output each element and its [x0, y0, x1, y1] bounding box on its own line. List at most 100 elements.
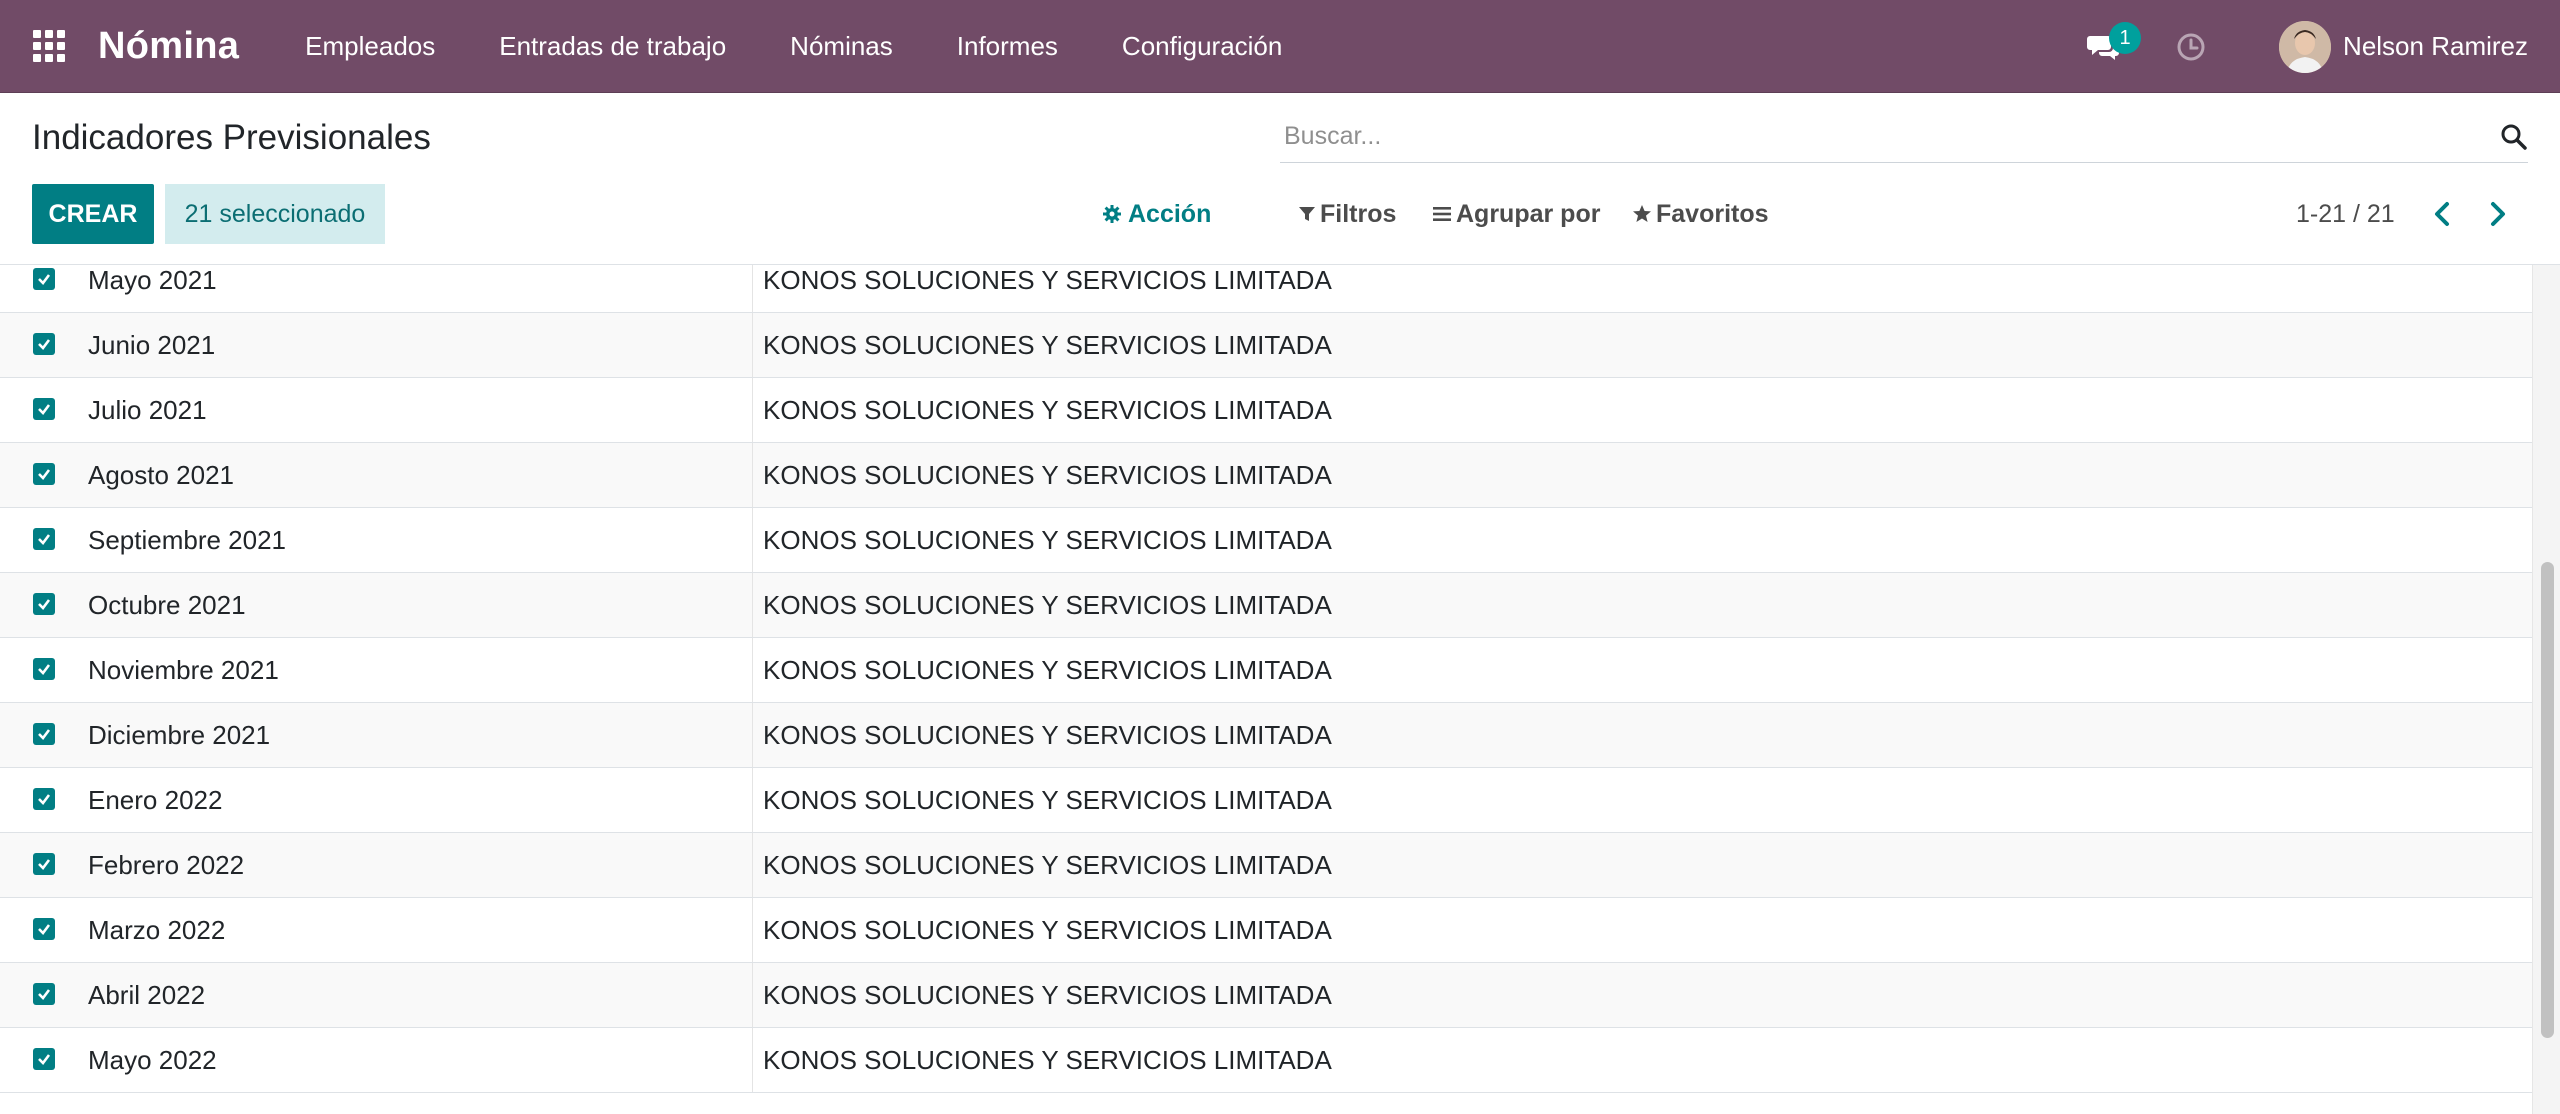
check-icon	[38, 599, 51, 610]
row-checkbox[interactable]	[33, 593, 55, 615]
search-input[interactable]	[1280, 113, 2468, 159]
table-row[interactable]: Mayo 2022 KONOS SOLUCIONES Y SERVICIOS L…	[0, 1028, 2532, 1093]
check-icon	[38, 794, 51, 805]
messaging-button[interactable]: 1	[2079, 0, 2142, 93]
row-name: Diciembre 2021	[88, 720, 271, 750]
table-row[interactable]: Octubre 2021 KONOS SOLUCIONES Y SERVICIO…	[0, 573, 2532, 638]
row-checkbox[interactable]	[33, 918, 55, 940]
check-icon	[38, 469, 51, 480]
menu-item-empleados[interactable]: Empleados	[273, 0, 467, 93]
row-name: Agosto 2021	[88, 460, 235, 490]
row-checkbox[interactable]	[33, 398, 55, 420]
navbar-systray: 1 Nelson Ramirez	[2079, 0, 2560, 93]
row-name: Mayo 2021	[88, 265, 217, 295]
search-bar	[1280, 113, 2528, 163]
star-icon	[1633, 205, 1651, 222]
search-icon[interactable]	[2500, 123, 2528, 151]
table-row[interactable]: Agosto 2021 KONOS SOLUCIONES Y SERVICIOS…	[0, 443, 2532, 508]
row-checkbox[interactable]	[33, 528, 55, 550]
row-company: KONOS SOLUCIONES Y SERVICIOS LIMITADA	[763, 1045, 1332, 1075]
scrollbar-thumb[interactable]	[2541, 562, 2554, 1038]
table-row[interactable]: Noviembre 2021 KONOS SOLUCIONES Y SERVIC…	[0, 638, 2532, 703]
table-row[interactable]: Diciembre 2021 KONOS SOLUCIONES Y SERVIC…	[0, 703, 2532, 768]
control-panel: Indicadores Previsionales CREAR 21 selec…	[0, 93, 2560, 265]
favorites-dropdown-button[interactable]: Favoritos	[1632, 184, 1769, 244]
row-checkbox[interactable]	[33, 463, 55, 485]
record-list: Mayo 2021 KONOS SOLUCIONES Y SERVICIOS L…	[0, 265, 2532, 1114]
menu-item-entradas-de-trabajo[interactable]: Entradas de trabajo	[467, 0, 758, 93]
menu-item-configuracion[interactable]: Configuración	[1090, 0, 1314, 93]
user-menu-button[interactable]: Nelson Ramirez	[2279, 20, 2528, 73]
row-name: Mayo 2022	[88, 1045, 217, 1075]
row-company: KONOS SOLUCIONES Y SERVICIOS LIMITADA	[763, 590, 1332, 620]
filters-dropdown-button[interactable]: Filtros	[1298, 184, 1396, 244]
row-checkbox[interactable]	[33, 658, 55, 680]
create-button[interactable]: CREAR	[32, 184, 154, 244]
row-checkbox[interactable]	[33, 268, 55, 290]
row-name: Septiembre 2021	[88, 525, 287, 555]
bars-icon	[1433, 207, 1451, 221]
check-icon	[38, 274, 51, 285]
row-checkbox[interactable]	[33, 723, 55, 745]
app-brand[interactable]: Nómina	[98, 25, 239, 68]
page-title: Indicadores Previsionales	[32, 118, 431, 157]
check-icon	[38, 664, 51, 675]
favorites-label: Favoritos	[1656, 200, 1769, 228]
table-row[interactable]: Mayo 2021 KONOS SOLUCIONES Y SERVICIOS L…	[0, 265, 2532, 313]
table-row[interactable]: Abril 2022 KONOS SOLUCIONES Y SERVICIOS …	[0, 963, 2532, 1028]
table-row[interactable]: Junio 2021 KONOS SOLUCIONES Y SERVICIOS …	[0, 313, 2532, 378]
row-checkbox[interactable]	[33, 853, 55, 875]
row-name: Marzo 2022	[88, 915, 226, 945]
scrollbar[interactable]	[2532, 265, 2560, 1114]
row-company: KONOS SOLUCIONES Y SERVICIOS LIMITADA	[763, 525, 1332, 555]
row-company: KONOS SOLUCIONES Y SERVICIOS LIMITADA	[763, 265, 1332, 295]
table-row[interactable]: Septiembre 2021 KONOS SOLUCIONES Y SERVI…	[0, 508, 2532, 573]
row-checkbox[interactable]	[33, 333, 55, 355]
avatar	[2279, 20, 2332, 73]
action-dropdown-button[interactable]: Acción	[1102, 184, 1211, 244]
row-checkbox[interactable]	[33, 1048, 55, 1070]
chevron-right-icon[interactable]	[2482, 199, 2512, 229]
row-company: KONOS SOLUCIONES Y SERVICIOS LIMITADA	[763, 330, 1332, 360]
table-row[interactable]: Enero 2022 KONOS SOLUCIONES Y SERVICIOS …	[0, 768, 2532, 833]
row-name: Abril 2022	[88, 980, 206, 1010]
check-icon	[38, 859, 51, 870]
check-icon	[38, 339, 51, 350]
check-icon	[38, 924, 51, 935]
row-name: Noviembre 2021	[88, 655, 279, 685]
check-icon	[38, 404, 51, 415]
row-name: Julio 2021	[88, 395, 207, 425]
table-row[interactable]: Julio 2021 KONOS SOLUCIONES Y SERVICIOS …	[0, 378, 2532, 443]
table-row[interactable]: Marzo 2022 KONOS SOLUCIONES Y SERVICIOS …	[0, 898, 2532, 963]
row-checkbox[interactable]	[33, 788, 55, 810]
row-company: KONOS SOLUCIONES Y SERVICIOS LIMITADA	[763, 395, 1332, 425]
group-by-label: Agrupar por	[1456, 200, 1601, 228]
pager-value[interactable]: 1-21 / 21	[2296, 184, 2395, 244]
apps-grid-icon	[33, 30, 65, 62]
table-row[interactable]: Febrero 2022 KONOS SOLUCIONES Y SERVICIO…	[0, 833, 2532, 898]
filter-icon	[1299, 207, 1315, 221]
group-by-dropdown-button[interactable]: Agrupar por	[1432, 184, 1600, 244]
clock-icon	[2177, 33, 2205, 60]
apps-menu-button[interactable]	[0, 0, 98, 93]
check-icon	[38, 989, 51, 1000]
action-label: Acción	[1128, 200, 1212, 228]
row-company: KONOS SOLUCIONES Y SERVICIOS LIMITADA	[763, 720, 1332, 750]
menu-item-nominas[interactable]: Nóminas	[758, 0, 925, 93]
row-name: Febrero 2022	[88, 850, 245, 880]
main-navbar: Nómina Empleados Entradas de trabajo Nóm…	[0, 0, 2560, 93]
selected-count-badge[interactable]: 21 seleccionado	[165, 184, 385, 244]
check-icon	[38, 729, 51, 740]
menu-item-informes[interactable]: Informes	[925, 0, 1090, 93]
row-company: KONOS SOLUCIONES Y SERVICIOS LIMITADA	[763, 850, 1332, 880]
check-icon	[38, 534, 51, 545]
row-checkbox[interactable]	[33, 983, 55, 1005]
chevron-left-icon[interactable]	[2428, 199, 2458, 229]
row-company: KONOS SOLUCIONES Y SERVICIOS LIMITADA	[763, 915, 1332, 945]
row-name: Octubre 2021	[88, 590, 246, 620]
row-company: KONOS SOLUCIONES Y SERVICIOS LIMITADA	[763, 460, 1332, 490]
filters-label: Filtros	[1320, 200, 1397, 228]
row-company: KONOS SOLUCIONES Y SERVICIOS LIMITADA	[763, 655, 1332, 685]
messaging-count-badge: 1	[2109, 22, 2142, 54]
activity-button[interactable]	[2169, 0, 2213, 93]
